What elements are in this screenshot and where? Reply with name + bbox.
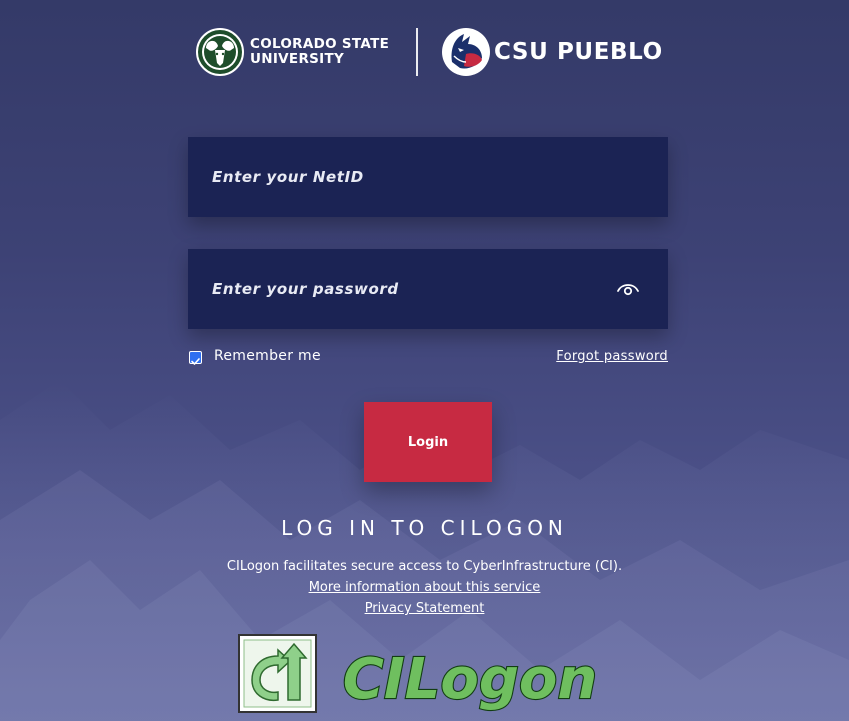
cilogon-description: CILogon facilitates secure access to Cyb… bbox=[226, 559, 623, 574]
remember-me-label[interactable]: Remember me bbox=[214, 348, 321, 364]
more-info-link-row: More information about this service bbox=[0, 580, 849, 595]
csu-pueblo-wordmark: CSU PUEBLO bbox=[494, 39, 663, 65]
checkmark-icon bbox=[191, 358, 200, 365]
password-input[interactable] bbox=[188, 249, 668, 329]
cilogon-heading: LOG IN TO CILOGON bbox=[281, 516, 568, 540]
forgot-password-link[interactable]: Forgot password bbox=[556, 349, 668, 364]
cilogon-arrow-icon bbox=[238, 634, 317, 713]
remember-me-checkbox[interactable] bbox=[189, 351, 202, 365]
csu-line-1: COLORADO STATE bbox=[250, 36, 390, 52]
netid-field-container bbox=[188, 137, 668, 217]
password-field-container bbox=[188, 249, 668, 329]
remember-row: Remember me Forgot password bbox=[188, 347, 668, 367]
csu-line-2: UNIVERSITY bbox=[250, 51, 345, 67]
logo-divider bbox=[416, 28, 418, 76]
privacy-link-row: Privacy Statement bbox=[0, 601, 849, 616]
netid-input[interactable] bbox=[188, 137, 668, 217]
eye-icon[interactable] bbox=[616, 280, 640, 298]
more-info-link[interactable]: More information about this service bbox=[309, 580, 541, 595]
wolf-head-icon bbox=[442, 28, 490, 76]
csu-pueblo-logo[interactable]: CSU PUEBLO bbox=[440, 26, 663, 78]
privacy-statement-link[interactable]: Privacy Statement bbox=[365, 601, 485, 616]
ram-head-icon bbox=[196, 28, 244, 76]
cilogon-logo[interactable]: CILogon bbox=[238, 634, 618, 714]
login-button[interactable]: Login bbox=[364, 402, 492, 482]
cilogon-logo-text: CILogon bbox=[343, 647, 598, 712]
csu-wordmark: COLORADO STATE UNIVERSITY bbox=[250, 37, 389, 67]
csu-logo[interactable]: COLORADO STATE UNIVERSITY bbox=[196, 28, 389, 76]
header-logos: COLORADO STATE UNIVERSITY CSU PUEBLO bbox=[0, 24, 849, 80]
